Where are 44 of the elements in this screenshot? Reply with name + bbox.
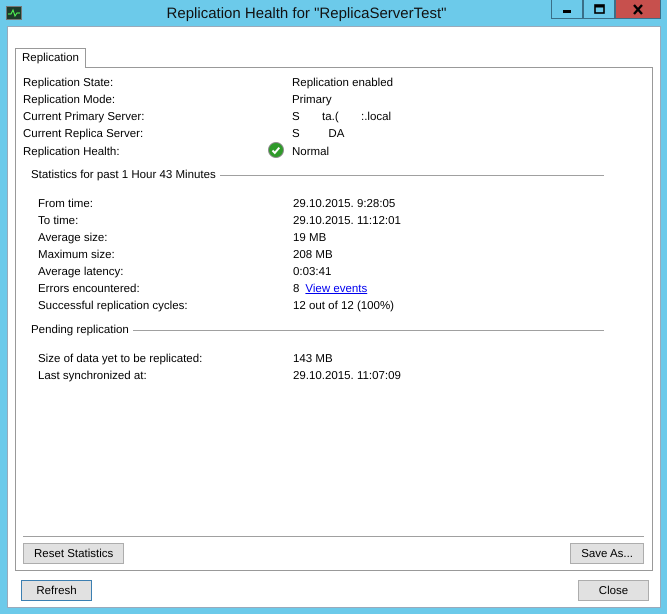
field-label: Average size: bbox=[38, 232, 108, 244]
field-label: Replication Mode: bbox=[23, 94, 116, 106]
field-value: 19 MB bbox=[293, 232, 326, 244]
field-value: Replication enabled bbox=[292, 76, 394, 88]
panel-button[interactable]: Save As... bbox=[570, 543, 644, 564]
close-icon bbox=[632, 4, 644, 14]
field-value: 0:03:41 bbox=[293, 266, 332, 278]
field-label: Errors encountered: bbox=[38, 282, 141, 294]
field-value: 29.10.2015. 11:12:01 bbox=[293, 214, 401, 226]
field-value: S DA bbox=[292, 128, 346, 140]
field-label: Replication State: bbox=[23, 76, 114, 88]
field-label: To time: bbox=[38, 214, 80, 226]
field-value: 8 bbox=[293, 282, 300, 294]
panel-button[interactable]: Reset Statistics bbox=[23, 543, 124, 564]
window-title: Replication Health for "ReplicaServerTest" bbox=[166, 4, 448, 22]
dialog-button[interactable]: Refresh bbox=[21, 580, 92, 601]
tab[interactable]: Replication bbox=[15, 48, 86, 68]
field-value: S ta.( :.local bbox=[292, 110, 392, 122]
field-label: Current Primary Server: bbox=[23, 110, 146, 122]
field-value: 29.10.2015. 11:07:09 bbox=[293, 370, 401, 382]
field-value: Primary bbox=[292, 94, 333, 106]
dialog-button[interactable]: Close bbox=[578, 580, 649, 601]
field-value: Normal bbox=[292, 146, 330, 158]
group-title: Pending replication bbox=[31, 324, 129, 336]
field-value: 29.10.2015. 9:28:05 bbox=[293, 198, 396, 210]
field-label: Size of data yet to be replicated: bbox=[38, 352, 204, 364]
group-title: Statistics for past 1 Hour 43 Minutes bbox=[31, 169, 216, 181]
view-events-link[interactable]: View events bbox=[305, 282, 368, 294]
field-label: Average latency: bbox=[38, 266, 124, 278]
minimize-button[interactable] bbox=[551, 0, 583, 19]
field-label: From time: bbox=[38, 198, 94, 210]
field-label: Last synchronized at: bbox=[38, 370, 148, 382]
field-label: Maximum size: bbox=[38, 248, 116, 260]
monitor-icon bbox=[6, 6, 22, 20]
maximize-button[interactable] bbox=[583, 0, 615, 19]
field-label: Current Replica Server: bbox=[23, 128, 144, 140]
close-button[interactable] bbox=[615, 0, 661, 19]
field-value: 12 out of 12 (100%) bbox=[293, 300, 394, 312]
field-label: Replication Health: bbox=[23, 146, 121, 158]
field-value: 143 MB bbox=[293, 352, 333, 364]
field-label: Successful replication cycles: bbox=[38, 300, 189, 312]
field-value: 208 MB bbox=[293, 248, 333, 260]
check-icon bbox=[268, 142, 284, 158]
maximize-icon bbox=[594, 4, 604, 14]
